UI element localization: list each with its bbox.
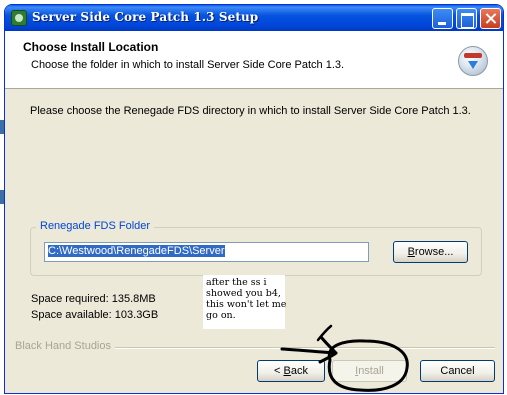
install-button[interactable]: Install — [332, 360, 407, 382]
installer-icon — [11, 10, 27, 26]
page-subtitle: Choose the folder in which to install Se… — [31, 59, 345, 71]
page-title: Choose Install Location — [23, 40, 159, 54]
cancel-button[interactable]: Cancel — [420, 360, 495, 382]
installer-logo-icon — [458, 46, 488, 76]
install-button-label: Install — [355, 365, 384, 377]
cancel-button-label: Cancel — [440, 365, 475, 377]
setup-window: Server Side Core Patch 1.3 Setup Choose … — [4, 4, 504, 394]
instruction-text: Please choose the Renegade FDS directory… — [30, 105, 471, 117]
page-header: Choose Install Location Choose the folde… — [5, 31, 503, 89]
maximize-button[interactable] — [456, 8, 477, 29]
install-path-value: C:\Westwood\RenegadeFDS\Server — [48, 245, 225, 257]
annotation-note: after the ss i showed you b4, this won't… — [203, 275, 286, 329]
space-required: Space required: 135.8MB — [31, 293, 156, 305]
footer-divider — [105, 347, 495, 349]
close-button[interactable] — [480, 8, 501, 29]
install-path-input[interactable]: C:\Westwood\RenegadeFDS\Server — [44, 242, 369, 262]
folder-group-label: Renegade FDS Folder — [36, 220, 155, 232]
browse-button[interactable]: Browse... — [393, 241, 468, 263]
brand-label: Black Hand Studios — [15, 340, 115, 352]
minimize-button[interactable] — [432, 8, 453, 29]
title-bar[interactable]: Server Side Core Patch 1.3 Setup — [5, 5, 503, 31]
window-title: Server Side Core Patch 1.3 Setup — [32, 10, 259, 24]
back-button-label: < Back — [274, 365, 308, 377]
back-button[interactable]: < Back — [257, 360, 325, 382]
space-available: Space available: 103.3GB — [31, 309, 159, 321]
browse-button-label: Browse... — [407, 246, 454, 258]
